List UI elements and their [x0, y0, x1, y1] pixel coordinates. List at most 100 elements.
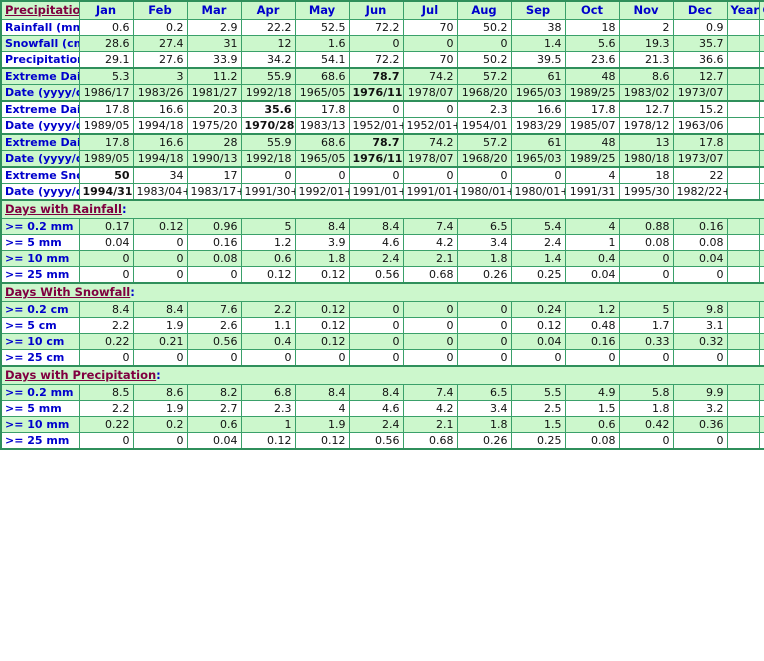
cell-snow-10cm-apr: 0.4: [241, 334, 295, 350]
table-row: >= 0.2 cm8.48.47.62.20.120000.241.259.8A: [1, 302, 764, 318]
page-title-text: Precipitation: [5, 3, 79, 17]
cell-snow-25cm-oct: 0: [565, 350, 619, 367]
cell-snow-10cm-jun: 0: [349, 334, 403, 350]
cell-extreme-daily-rainfall-date-code: [759, 85, 764, 102]
section-title-cell: Days with Rainfall:: [1, 200, 764, 219]
cell-extreme-daily-rainfall-may: 68.6: [295, 68, 349, 85]
cell-extreme-daily-precipitation-jun: 78.7: [349, 134, 403, 151]
row-label-rainfall: Rainfall (mm): [1, 20, 79, 36]
cell-precip-02mm-nov: 5.8: [619, 385, 673, 401]
cell-snow-25cm-jan: 0: [79, 350, 133, 367]
cell-snow-25cm-sep: 0: [511, 350, 565, 367]
cell-extreme-snow-depth-date-oct: 1991/31: [565, 184, 619, 201]
table-row: Extreme Daily Snowfall (cm)17.816.620.33…: [1, 101, 764, 118]
cell-rain-5mm-code: A: [759, 235, 764, 251]
cell-rain-25mm-may: 0.12: [295, 267, 349, 284]
section-title-cell: Days With Snowfall:: [1, 283, 764, 302]
section-title-cell: Days with Precipitation:: [1, 366, 764, 385]
cell-extreme-snow-depth-apr: 0: [241, 167, 295, 184]
cell-rainfall-code: A: [759, 20, 764, 36]
cell-extreme-snow-depth-date-year: [727, 184, 759, 201]
section-title-colon: :: [156, 368, 161, 382]
cell-rain-25mm-year: [727, 267, 759, 284]
table-body: Precipitation:JanFebMarAprMayJunJulAugSe…: [1, 1, 764, 449]
cell-snow-5cm-jun: 0: [349, 318, 403, 334]
table-row: Extreme Daily Precipitation (mm)17.816.6…: [1, 134, 764, 151]
cell-extreme-snow-depth-date-aug: 1980/01+: [457, 184, 511, 201]
row-label-extreme-snow-depth: Extreme Snow Depth (cm): [1, 167, 79, 184]
cell-snow-5cm-may: 0.12: [295, 318, 349, 334]
cell-extreme-daily-rainfall-mar: 11.2: [187, 68, 241, 85]
row-label-snowfall: Snowfall (cm): [1, 36, 79, 52]
cell-snowfall-mar: 31: [187, 36, 241, 52]
cell-snowfall-oct: 5.6: [565, 36, 619, 52]
cell-extreme-snow-depth-date-apr: 1991/30+: [241, 184, 295, 201]
cell-precipitation-code: A: [759, 52, 764, 69]
cell-rain-5mm-aug: 3.4: [457, 235, 511, 251]
cell-precip-02mm-oct: 4.9: [565, 385, 619, 401]
cell-snow-02cm-code: A: [759, 302, 764, 318]
cell-precip-02mm-feb: 8.6: [133, 385, 187, 401]
cell-rain-10mm-dec: 0.04: [673, 251, 727, 267]
table-row: >= 0.2 mm8.58.68.26.88.48.47.46.55.54.95…: [1, 385, 764, 401]
cell-extreme-snow-depth-date-jan: 1994/31: [79, 184, 133, 201]
cell-snow-25cm-jul: 0: [403, 350, 457, 367]
cell-snow-10cm-code: A: [759, 334, 764, 350]
cell-rain-10mm-sep: 1.4: [511, 251, 565, 267]
cell-extreme-daily-precipitation-date-apr: 1992/18: [241, 151, 295, 168]
cell-extreme-daily-precipitation-jan: 17.8: [79, 134, 133, 151]
cell-rain-10mm-aug: 1.8: [457, 251, 511, 267]
cell-extreme-daily-rainfall-date-jul: 1978/07: [403, 85, 457, 102]
cell-snowfall-jun: 0: [349, 36, 403, 52]
row-label-extreme-daily-rainfall: Extreme Daily Rainfall (mm): [1, 68, 79, 85]
cell-precipitation-jun: 72.2: [349, 52, 403, 69]
row-label-precip-10mm: >= 10 mm: [1, 417, 79, 433]
cell-extreme-daily-precipitation-date-code: [759, 151, 764, 168]
cell-precip-5mm-apr: 2.3: [241, 401, 295, 417]
cell-precip-02mm-aug: 6.5: [457, 385, 511, 401]
cell-snow-25cm-apr: 0: [241, 350, 295, 367]
column-header-aug: Aug: [457, 1, 511, 20]
cell-snow-25cm-aug: 0: [457, 350, 511, 367]
cell-rain-02mm-oct: 4: [565, 219, 619, 235]
table-row: >= 25 mm000.040.120.120.560.680.260.250.…: [1, 433, 764, 450]
cell-extreme-daily-precipitation-sep: 61: [511, 134, 565, 151]
cell-snowfall-apr: 12: [241, 36, 295, 52]
cell-snow-25cm-code: A: [759, 350, 764, 367]
cell-snow-5cm-sep: 0.12: [511, 318, 565, 334]
cell-extreme-daily-precipitation-date-dec: 1973/07: [673, 151, 727, 168]
cell-extreme-daily-precipitation-may: 68.6: [295, 134, 349, 151]
cell-precip-10mm-nov: 0.42: [619, 417, 673, 433]
cell-extreme-daily-rainfall-apr: 55.9: [241, 68, 295, 85]
table-row: >= 25 cm000000000000A: [1, 350, 764, 367]
cell-extreme-daily-rainfall-date-mar: 1981/27: [187, 85, 241, 102]
cell-extreme-daily-precipitation-apr: 55.9: [241, 134, 295, 151]
cell-rain-5mm-may: 3.9: [295, 235, 349, 251]
cell-precip-5mm-jan: 2.2: [79, 401, 133, 417]
cell-snow-02cm-feb: 8.4: [133, 302, 187, 318]
row-label-rain-25mm: >= 25 mm: [1, 267, 79, 284]
cell-precip-5mm-oct: 1.5: [565, 401, 619, 417]
cell-extreme-daily-precipitation-date-sep: 1965/03: [511, 151, 565, 168]
cell-rain-25mm-aug: 0.26: [457, 267, 511, 284]
cell-extreme-daily-snowfall-feb: 16.6: [133, 101, 187, 118]
cell-rain-5mm-feb: 0: [133, 235, 187, 251]
cell-rain-02mm-jan: 0.17: [79, 219, 133, 235]
cell-rain-25mm-mar: 0: [187, 267, 241, 284]
cell-snowfall-nov: 19.3: [619, 36, 673, 52]
cell-precip-10mm-feb: 0.2: [133, 417, 187, 433]
cell-snow-25cm-may: 0: [295, 350, 349, 367]
cell-rain-02mm-aug: 6.5: [457, 219, 511, 235]
cell-extreme-snow-depth-feb: 34: [133, 167, 187, 184]
cell-snow-5cm-feb: 1.9: [133, 318, 187, 334]
cell-snow-10cm-jul: 0: [403, 334, 457, 350]
table-row: >= 10 mm0.220.20.611.92.42.11.81.50.60.4…: [1, 417, 764, 433]
cell-rainfall-jun: 72.2: [349, 20, 403, 36]
cell-extreme-snow-depth-date-nov: 1995/30: [619, 184, 673, 201]
cell-extreme-daily-precipitation-date-jan: 1989/05: [79, 151, 133, 168]
cell-snowfall-jul: 0: [403, 36, 457, 52]
table-row: >= 10 mm000.080.61.82.42.11.81.40.400.04…: [1, 251, 764, 267]
row-label-rain-02mm: >= 0.2 mm: [1, 219, 79, 235]
cell-snow-02cm-sep: 0.24: [511, 302, 565, 318]
cell-extreme-daily-rainfall-code: [759, 68, 764, 85]
